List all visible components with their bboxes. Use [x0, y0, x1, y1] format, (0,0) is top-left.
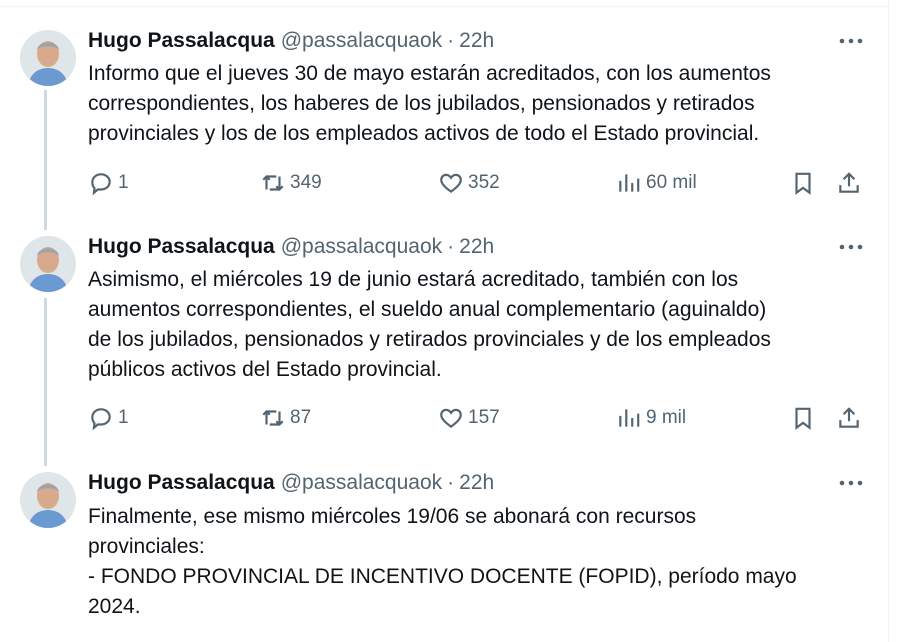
reply-count: 1: [118, 172, 129, 193]
more-horizontal-icon: [839, 38, 863, 44]
like-count: 157: [468, 407, 500, 428]
timeline-right-border: [888, 0, 889, 642]
views-icon: [619, 409, 640, 427]
reply-count: 1: [118, 407, 129, 428]
more-horizontal-icon: [839, 480, 863, 486]
bookmark-button[interactable]: [790, 168, 816, 198]
views-count: 9 mil: [646, 407, 687, 428]
more-options-button[interactable]: [836, 237, 866, 257]
tweet-header: Hugo Passalacqua @passalacquaok · 22h: [88, 470, 494, 496]
views-count: 60 mil: [646, 172, 697, 193]
author-name[interactable]: Hugo Passalacqua: [88, 235, 275, 259]
bookmark-button[interactable]: [790, 403, 816, 433]
author-handle[interactable]: @passalacquaok: [281, 471, 442, 495]
reply-icon: [91, 173, 111, 196]
retweet-count: 349: [290, 172, 322, 193]
author-name[interactable]: Hugo Passalacqua: [88, 29, 275, 53]
avatar[interactable]: [20, 30, 76, 86]
tweet-text: Finalmente, ese mismo miércoles 19/06 se…: [88, 505, 797, 618]
author-handle[interactable]: @passalacquaok: [281, 29, 442, 53]
views-icon: [619, 174, 640, 192]
avatar[interactable]: [20, 236, 76, 292]
share-button[interactable]: [836, 403, 862, 433]
retweet-icon: [262, 409, 284, 427]
separator-dot: ·: [447, 235, 455, 258]
retweet-button[interactable]: 87: [260, 403, 311, 433]
separator-dot: ·: [447, 29, 455, 52]
tweet-time[interactable]: 22h: [459, 29, 494, 53]
reply-button[interactable]: 1: [88, 168, 129, 198]
author-handle[interactable]: @passalacquaok: [281, 235, 442, 259]
more-options-button[interactable]: [836, 473, 866, 493]
tweet-time[interactable]: 22h: [459, 471, 494, 495]
heart-icon: [440, 173, 462, 194]
retweet-count: 87: [290, 407, 312, 428]
reply-icon: [91, 408, 111, 431]
views-button[interactable]: 9 mil: [616, 403, 686, 433]
tweet-actions: 1 349 352 60 mil: [88, 168, 868, 198]
thread-line: [44, 298, 47, 466]
tweet-text: Asimismo, el miércoles 19 de junio estar…: [88, 268, 771, 381]
bookmark-icon: [795, 407, 811, 430]
tweet-3[interactable]: Hugo Passalacqua @passalacquaok · 22h Fi…: [0, 466, 888, 642]
share-button[interactable]: [836, 168, 862, 198]
tweet-2[interactable]: Hugo Passalacqua @passalacquaok · 22h As…: [0, 230, 888, 466]
more-options-button[interactable]: [836, 31, 866, 51]
heart-icon: [440, 408, 462, 429]
avatar[interactable]: [20, 472, 76, 528]
tweet-actions: 1 87 157 9 mil: [88, 403, 868, 433]
views-button[interactable]: 60 mil: [616, 168, 697, 198]
reply-button[interactable]: 1: [88, 403, 129, 433]
tweet-header: Hugo Passalacqua @passalacquaok · 22h: [88, 234, 494, 260]
retweet-icon: [262, 174, 284, 192]
share-icon: [839, 172, 859, 193]
share-icon: [839, 407, 859, 428]
tweet-1[interactable]: Hugo Passalacqua @passalacquaok · 22h In…: [0, 0, 888, 230]
like-count: 352: [468, 172, 500, 193]
like-button[interactable]: 157: [438, 403, 500, 433]
author-name[interactable]: Hugo Passalacqua: [88, 471, 275, 495]
tweet-header: Hugo Passalacqua @passalacquaok · 22h: [88, 28, 494, 54]
separator-dot: ·: [447, 471, 455, 494]
more-horizontal-icon: [839, 244, 863, 250]
tweet-time[interactable]: 22h: [459, 235, 494, 259]
like-button[interactable]: 352: [438, 168, 500, 198]
tweet-text: Informo que el jueves 30 de mayo estarán…: [88, 62, 771, 145]
thread-line: [44, 90, 47, 230]
retweet-button[interactable]: 349: [260, 168, 322, 198]
bookmark-icon: [795, 172, 811, 195]
